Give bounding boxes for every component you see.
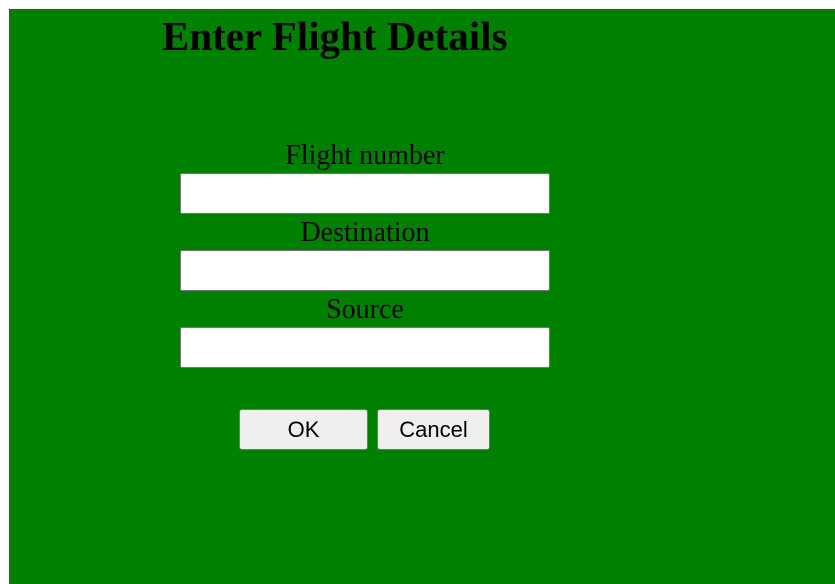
form-buttons: OK Cancel: [239, 409, 490, 450]
flight-details-form: Flight number Destination Source: [180, 137, 550, 368]
source-label: Source: [326, 294, 404, 325]
page-title: Enter Flight Details: [162, 13, 508, 59]
destination-label: Destination: [300, 217, 430, 248]
destination-input[interactable]: [180, 250, 550, 291]
source-input[interactable]: [180, 327, 550, 368]
ok-button[interactable]: OK: [239, 409, 368, 450]
cancel-button[interactable]: Cancel: [377, 409, 490, 450]
page-background: Enter Flight Details Flight number Desti…: [9, 9, 835, 584]
flight-number-label: Flight number: [285, 140, 445, 171]
flight-number-input[interactable]: [180, 173, 550, 214]
